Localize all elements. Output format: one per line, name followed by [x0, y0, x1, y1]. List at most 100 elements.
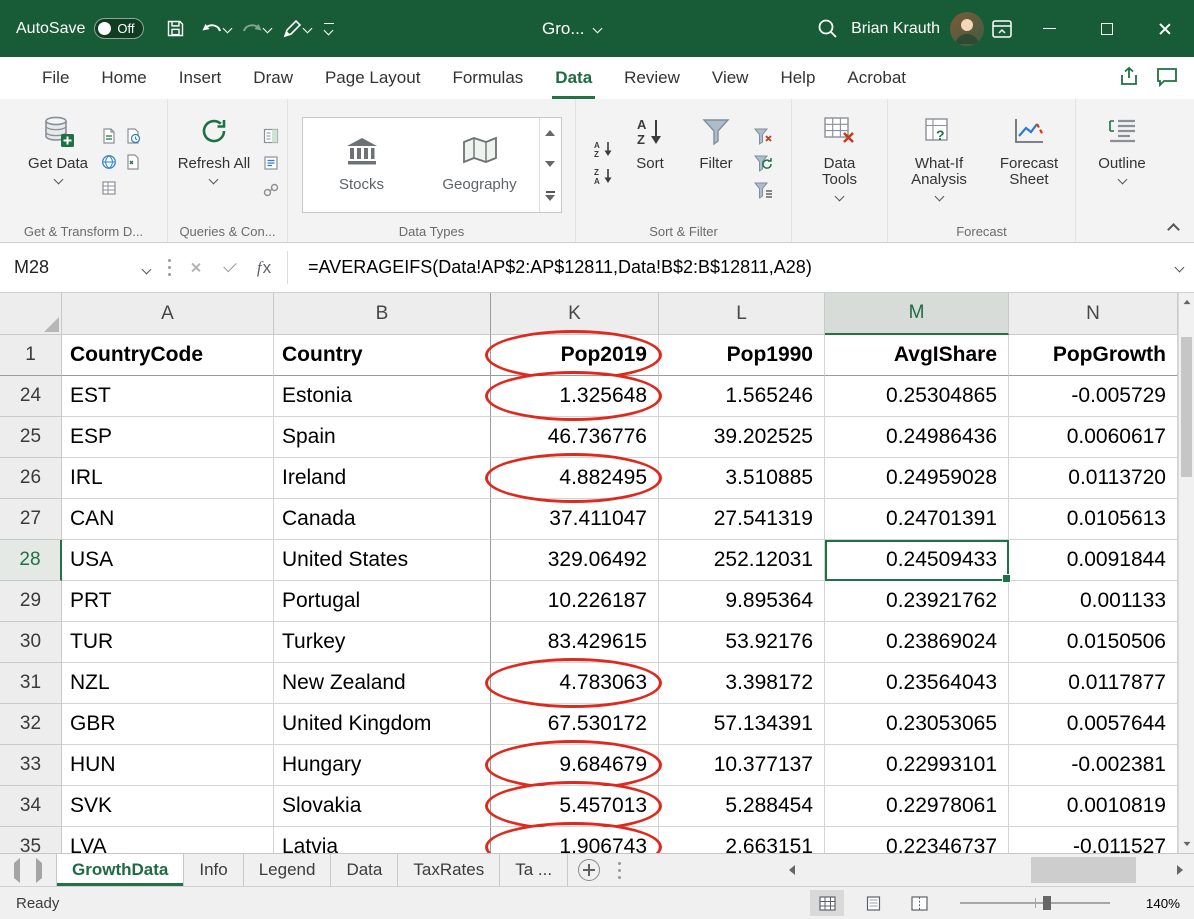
get-data-button[interactable]: Get Data — [22, 107, 94, 219]
search-button[interactable] — [809, 8, 845, 50]
cell-A33[interactable]: HUN — [62, 745, 274, 786]
cell-K35[interactable]: 1.906743 — [491, 827, 659, 853]
cell-M25[interactable]: 0.24986436 — [825, 417, 1009, 458]
cell-N27[interactable]: 0.0105613 — [1009, 499, 1178, 540]
cell-L25[interactable]: 39.202525 — [659, 417, 825, 458]
sheet-tab-taxrates[interactable]: TaxRates — [398, 854, 500, 886]
cell-B25[interactable]: Spain — [274, 417, 491, 458]
cell-L31[interactable]: 3.398172 — [659, 663, 825, 704]
row-header-30[interactable]: 30 — [0, 622, 62, 663]
sheet-tab-growthdata[interactable]: GrowthData — [57, 854, 184, 886]
queries-connections-button[interactable] — [259, 124, 283, 148]
zoom-level-button[interactable]: 140% — [1134, 896, 1180, 911]
cell-K25[interactable]: 46.736776 — [491, 417, 659, 458]
insert-function-button[interactable]: fx — [247, 243, 281, 292]
geography-button[interactable]: Geography — [421, 118, 539, 212]
cell-M24[interactable]: 0.25304865 — [825, 376, 1009, 417]
cancel-button[interactable] — [179, 243, 213, 292]
cell-N30[interactable]: 0.0150506 — [1009, 622, 1178, 663]
select-all-corner[interactable] — [0, 293, 62, 335]
ribbon-tab-formulas[interactable]: Formulas — [436, 57, 539, 99]
cell-B30[interactable]: Turkey — [274, 622, 491, 663]
name-box[interactable]: M28 — [0, 243, 160, 292]
sort-button[interactable]: AZ Sort — [619, 107, 681, 219]
sheet-nav-right-button[interactable] — [36, 863, 42, 878]
cell-L1[interactable]: Pop1990 — [659, 335, 825, 376]
cell-A35[interactable]: LVA — [62, 827, 274, 853]
cell-M30[interactable]: 0.23869024 — [825, 622, 1009, 663]
workbook-name-button[interactable]: Gro... — [542, 19, 601, 39]
scroll-right-button[interactable] — [1166, 854, 1194, 886]
from-text-csv-button[interactable] — [97, 124, 121, 148]
formula-input[interactable]: =AVERAGEIFS(Data!AP$2:AP$12811,Data!B$2:… — [294, 243, 1164, 292]
normal-view-button[interactable] — [810, 890, 844, 916]
save-button[interactable] — [158, 8, 194, 50]
properties-button[interactable] — [259, 151, 283, 175]
cell-L24[interactable]: 1.565246 — [659, 376, 825, 417]
cell-A30[interactable]: TUR — [62, 622, 274, 663]
cell-A28[interactable]: USA — [62, 540, 274, 581]
ribbon-tab-data[interactable]: Data — [539, 57, 608, 99]
outline-button[interactable]: Outline — [1092, 107, 1152, 219]
user-avatar[interactable] — [950, 12, 984, 46]
cell-M34[interactable]: 0.22978061 — [825, 786, 1009, 827]
enter-button[interactable] — [213, 243, 247, 292]
from-table-range-button[interactable] — [97, 176, 121, 200]
cell-N24[interactable]: -0.005729 — [1009, 376, 1178, 417]
ribbon-tab-page-layout[interactable]: Page Layout — [309, 57, 436, 99]
sort-descending-button[interactable]: ZA — [592, 164, 616, 188]
cell-L26[interactable]: 3.510885 — [659, 458, 825, 499]
row-header-33[interactable]: 33 — [0, 745, 62, 786]
column-header-K[interactable]: K — [491, 293, 659, 335]
what-if-analysis-button[interactable]: ? What-If Analysis — [893, 107, 985, 219]
reapply-filter-button[interactable] — [751, 151, 775, 175]
cell-N35[interactable]: -0.011527 — [1009, 827, 1178, 853]
cell-B35[interactable]: Latvia — [274, 827, 491, 853]
cell-L33[interactable]: 10.377137 — [659, 745, 825, 786]
redo-dropdown-chevron[interactable] — [264, 25, 271, 32]
autosave-toggle[interactable]: AutoSave Off — [16, 18, 144, 39]
horizontal-scroll-track[interactable] — [806, 854, 1166, 886]
minimize-button[interactable] — [1020, 0, 1078, 57]
gallery-up-button[interactable] — [540, 118, 561, 149]
cell-L32[interactable]: 57.134391 — [659, 704, 825, 745]
cell-N33[interactable]: -0.002381 — [1009, 745, 1178, 786]
cell-K27[interactable]: 37.411047 — [491, 499, 659, 540]
scroll-down-button[interactable] — [1179, 835, 1194, 853]
cell-B31[interactable]: New Zealand — [274, 663, 491, 704]
cell-B28[interactable]: United States — [274, 540, 491, 581]
row-header-35[interactable]: 35 — [0, 827, 62, 853]
row-header-25[interactable]: 25 — [0, 417, 62, 458]
cell-L30[interactable]: 53.92176 — [659, 622, 825, 663]
cell-K26[interactable]: 4.882495 — [491, 458, 659, 499]
column-header-M[interactable]: M — [825, 293, 1009, 335]
gallery-more-button[interactable] — [540, 180, 561, 211]
gallery-down-button[interactable] — [540, 149, 561, 180]
ribbon-tab-home[interactable]: Home — [85, 57, 162, 99]
cell-A24[interactable]: EST — [62, 376, 274, 417]
sort-ascending-button[interactable]: AZ — [592, 137, 616, 161]
formula-bar-gripper[interactable] — [168, 266, 171, 269]
name-box-chevron[interactable] — [143, 257, 150, 278]
cell-M1[interactable]: AvgIShare — [825, 335, 1009, 376]
quick-access-toolbar-chevron[interactable] — [324, 23, 334, 35]
cell-K24[interactable]: 1.325648 — [491, 376, 659, 417]
ribbon-tab-file[interactable]: File — [26, 57, 85, 99]
column-header-L[interactable]: L — [659, 293, 825, 335]
cell-M27[interactable]: 0.24701391 — [825, 499, 1009, 540]
cell-L27[interactable]: 27.541319 — [659, 499, 825, 540]
cell-A1[interactable]: CountryCode — [62, 335, 274, 376]
ink-dropdown-chevron[interactable] — [304, 25, 311, 32]
cell-M28[interactable]: 0.24509433 — [825, 540, 1009, 581]
cell-B32[interactable]: United Kingdom — [274, 704, 491, 745]
cell-K32[interactable]: 67.530172 — [491, 704, 659, 745]
scroll-left-button[interactable] — [778, 854, 806, 886]
cell-M35[interactable]: 0.22346737 — [825, 827, 1009, 853]
sheet-tab-more[interactable] — [618, 869, 621, 872]
ribbon-tab-insert[interactable]: Insert — [163, 57, 238, 99]
row-header-27[interactable]: 27 — [0, 499, 62, 540]
forecast-sheet-button[interactable]: Forecast Sheet — [988, 107, 1070, 219]
cell-A32[interactable]: GBR — [62, 704, 274, 745]
cell-M29[interactable]: 0.23921762 — [825, 581, 1009, 622]
row-header-34[interactable]: 34 — [0, 786, 62, 827]
